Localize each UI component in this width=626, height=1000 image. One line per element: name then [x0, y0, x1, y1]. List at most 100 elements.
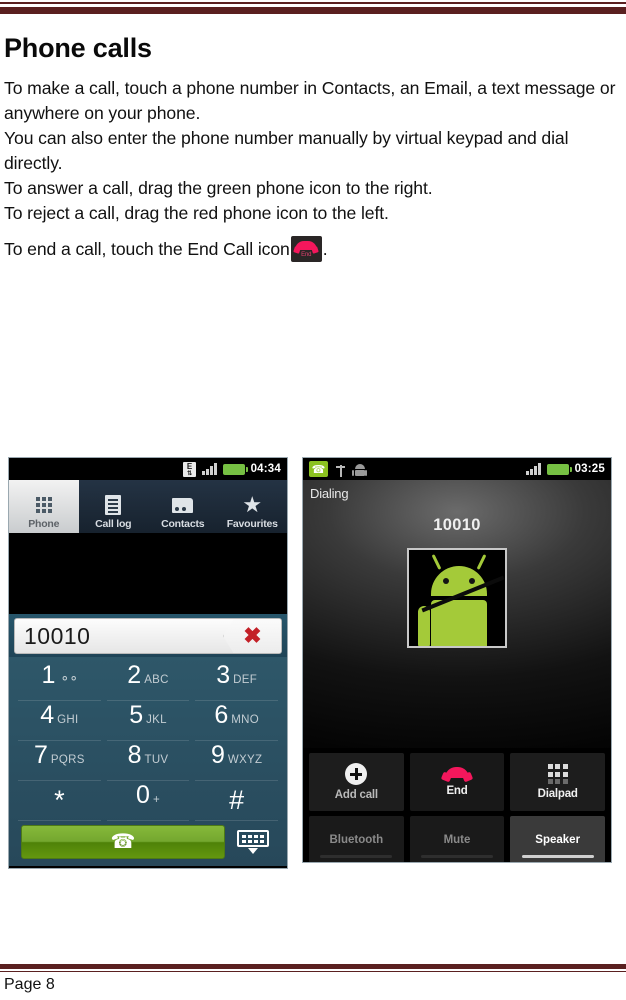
key-8[interactable]: 8 TUV — [106, 741, 190, 781]
end-call-icon: End — [290, 235, 322, 262]
document-page: Phone calls To make a call, touch a phon… — [0, 0, 626, 1000]
paragraph-make-call: To make a call, touch a phone number in … — [4, 77, 616, 123]
key-7[interactable]: 7 PQRS — [18, 741, 101, 781]
key-3-digit: 3 — [216, 661, 231, 689]
delete-button[interactable]: ✖ — [223, 619, 281, 653]
primary-button-row: Add call End Dialpad — [309, 753, 606, 811]
key-star[interactable]: * — [18, 781, 101, 821]
header-rule-thin — [0, 2, 626, 4]
key-6-digit: 6 — [214, 701, 229, 729]
speaker-toggle[interactable]: Speaker — [510, 816, 606, 862]
key-2-digit: 2 — [127, 661, 142, 689]
document-body: Phone calls To make a call, touch a phon… — [4, 33, 616, 262]
dialer-tab-bar: Phone Call log Contacts ★ Favourites — [9, 480, 287, 533]
key-9[interactable]: 9 WXYZ — [195, 741, 279, 781]
tab-call-log[interactable]: Call log — [79, 480, 149, 533]
add-call-button[interactable]: Add call — [309, 753, 404, 811]
key-9-letters: WXYZ — [227, 754, 263, 766]
dialpad-grid-icon — [547, 764, 568, 784]
tab-favourites[interactable]: ★ Favourites — [218, 480, 288, 533]
paragraph-answer-call: To answer a call, drag the green phone i… — [4, 177, 433, 198]
paragraph-reject-call: To reject a call, drag the red phone ico… — [4, 202, 389, 223]
key-4[interactable]: 4 GHI — [18, 701, 101, 741]
tab-phone[interactable]: Phone — [9, 480, 79, 533]
voicemail-icon: ⚬⚬ — [59, 671, 79, 686]
tab-favourites-label: Favourites — [226, 518, 278, 530]
dialpad-button[interactable]: Dialpad — [510, 753, 606, 811]
edge-arrows: ⇅ — [187, 470, 193, 477]
handset-glyph — [295, 240, 318, 250]
mute-toggle[interactable]: Mute — [409, 816, 505, 862]
edge-network-icon: E ⇅ — [183, 461, 197, 477]
keypad-row: 7 PQRS 8 TUV 9 WXYZ — [15, 741, 281, 781]
tab-contacts-label: Contacts — [161, 518, 205, 530]
mute-label: Mute — [443, 833, 471, 846]
toggle-underline — [421, 855, 493, 858]
tab-call-log-label: Call log — [95, 518, 132, 530]
hide-keyboard-icon — [237, 830, 269, 854]
signal-strength-icon — [202, 463, 217, 475]
plus-circle-icon — [345, 763, 368, 785]
star-icon: ★ — [242, 492, 263, 517]
end-call-text-suffix: . — [322, 238, 328, 259]
called-number: 10010 — [433, 516, 481, 534]
page-title: Phone calls — [4, 33, 152, 63]
key-3[interactable]: 3 DEF — [195, 661, 279, 701]
tab-phone-label: Phone — [28, 518, 60, 530]
phone-number-input[interactable]: 10010 ✖ — [14, 618, 282, 654]
key-3-letters: DEF — [233, 674, 258, 686]
key-0-plus: + — [152, 794, 160, 806]
bluetooth-label: Bluetooth — [329, 833, 384, 846]
dialer-screenshot: E ⇅ 04:34 Phone Call log Contacts ★ Favo… — [8, 457, 288, 869]
keypad-row: * 0 + # — [15, 781, 281, 821]
hide-keyboard-button[interactable] — [231, 826, 275, 858]
call-state-label: Dialing — [310, 486, 349, 501]
android-mascot-photo — [417, 554, 505, 646]
page-number: Page 8 — [4, 976, 55, 993]
key-0[interactable]: 0 + — [106, 781, 190, 821]
key-hash[interactable]: # — [195, 781, 279, 821]
incall-main-area: Dialing 10010 — [303, 480, 611, 748]
dialpad-grid-icon — [35, 492, 52, 518]
key-8-digit: 8 — [127, 741, 142, 769]
key-8-letters: TUV — [144, 754, 169, 766]
active-call-icon: ☎ — [309, 461, 328, 477]
green-handset-icon: ☎ — [110, 831, 136, 853]
paragraph-end-call: To end a call, touch the End Call icon En… — [4, 235, 616, 262]
key-6[interactable]: 6 MNO — [195, 701, 279, 741]
key-6-letters: MNO — [231, 714, 259, 726]
signal-strength-icon — [526, 463, 541, 475]
toggle-underline — [521, 855, 594, 858]
call-button[interactable]: ☎ — [21, 825, 225, 859]
key-2[interactable]: 2 ABC — [106, 661, 190, 701]
end-call-text-prefix: To end a call, touch the End Call icon — [4, 238, 290, 259]
battery-icon — [222, 463, 248, 475]
keypad-row: 4 GHI 5 JKL 6 MNO — [15, 701, 281, 741]
key-1[interactable]: 1 ⚬⚬ — [18, 661, 101, 701]
header-rule-thick — [0, 7, 626, 14]
footer-rule-thick — [0, 964, 626, 969]
end-call-icon-label: End — [301, 251, 312, 258]
status-clock: 03:25 — [574, 463, 605, 475]
key-5[interactable]: 5 JKL — [106, 701, 190, 741]
usb-icon — [335, 462, 346, 477]
key-4-letters: GHI — [57, 714, 79, 726]
incall-status-bar: ☎ 03:25 — [303, 458, 611, 480]
key-hash-digit: # — [229, 785, 245, 815]
footer-rule-thin — [0, 971, 626, 972]
dialer-empty-area — [9, 533, 287, 614]
key-1-digit: 1 — [41, 661, 56, 689]
tab-contacts[interactable]: Contacts — [148, 480, 218, 533]
bluetooth-toggle[interactable]: Bluetooth — [309, 816, 404, 862]
key-2-letters: ABC — [144, 674, 169, 686]
end-call-button[interactable]: End — [409, 753, 505, 811]
key-4-digit: 4 — [40, 701, 55, 729]
end-call-label: End — [446, 785, 468, 797]
edge-letter: E — [186, 461, 193, 471]
dialer-keypad: 1 ⚬⚬ 2 ABC 3 DEF 4 GHI 5 JKL 6 MNO 7 PQRS 8 TUV … — [9, 657, 287, 866]
key-5-digit: 5 — [129, 701, 144, 729]
incall-screenshot: ☎ 03:25 Dialing 10010 Add call End Dialp… — [302, 457, 612, 863]
keypad-row: 1 ⚬⚬ 2 ABC 3 DEF — [15, 661, 281, 701]
key-7-digit: 7 — [33, 741, 48, 769]
status-right-group: 03:25 — [526, 463, 605, 475]
